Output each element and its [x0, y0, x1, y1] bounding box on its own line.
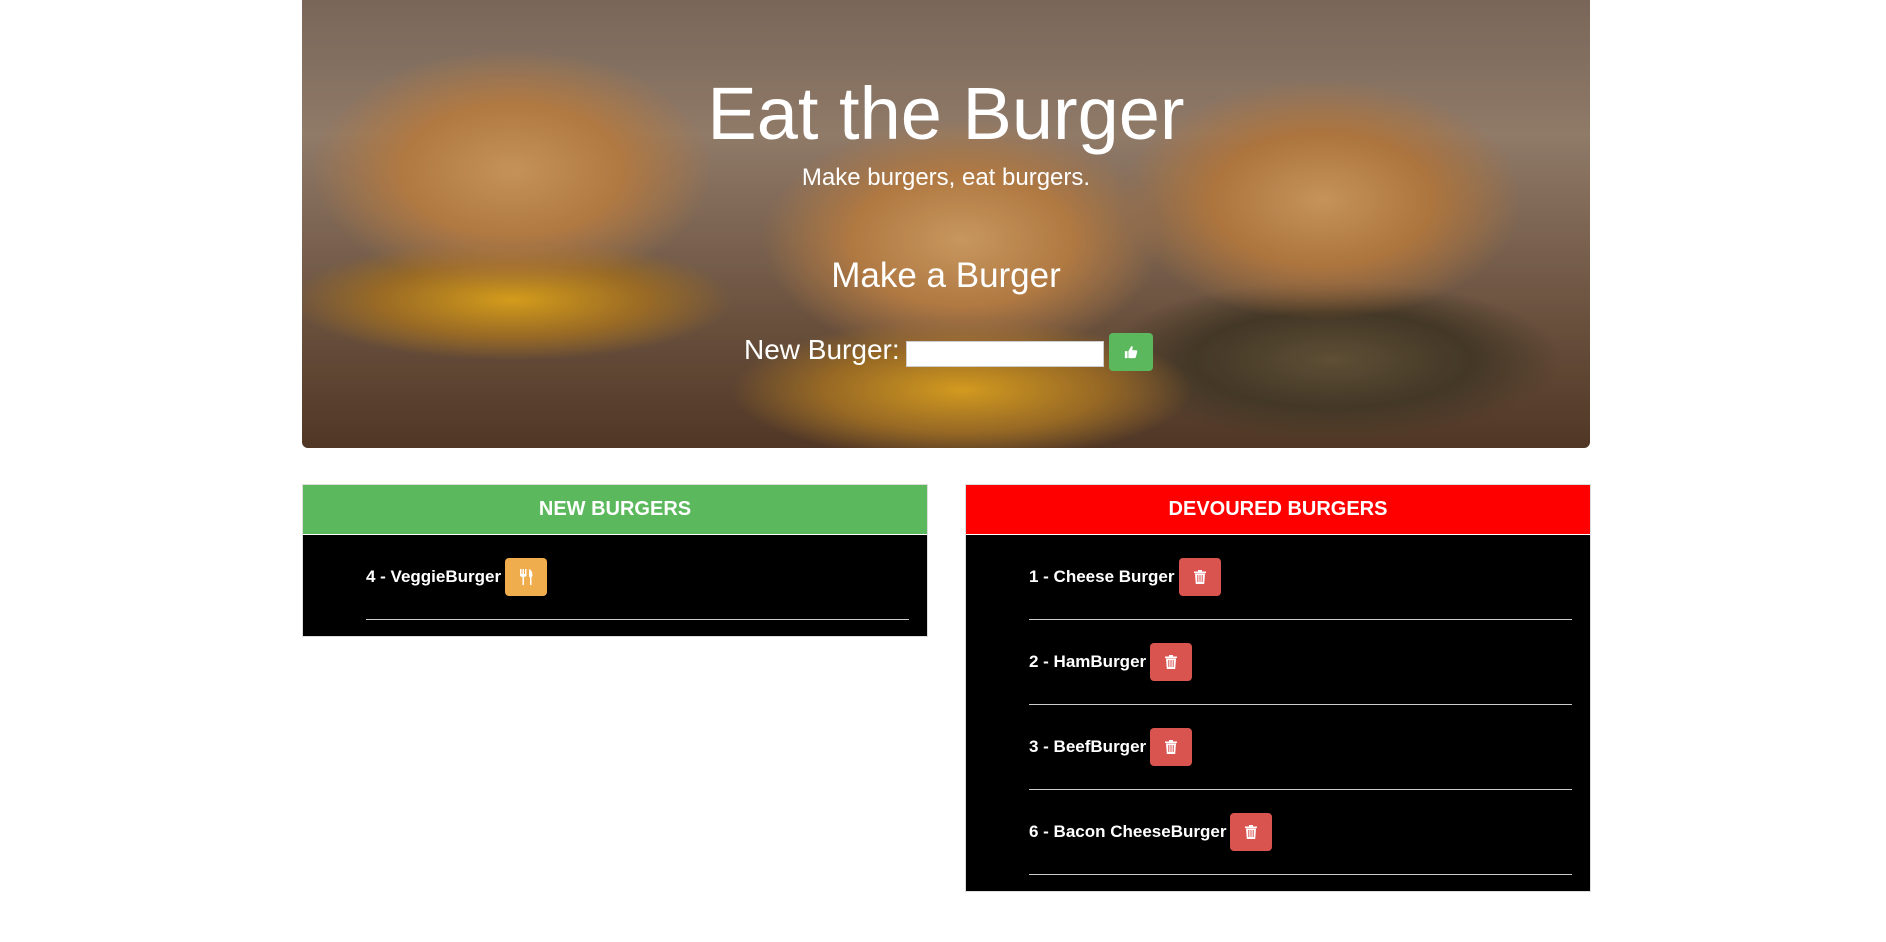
burger-name: 1 - Cheese Burger [1029, 567, 1175, 586]
list-item: 2 - HamBurger [1029, 620, 1572, 705]
delete-button[interactable] [1150, 728, 1193, 766]
devoured-burgers-heading: DEVOURED BURGERS [966, 485, 1590, 534]
trash-icon [1165, 740, 1178, 754]
devoured-burgers-panel: DEVOURED BURGERS 1 - Cheese Burger 2 - H… [965, 484, 1591, 892]
page-subtitle: Make burgers, eat burgers. [801, 164, 1091, 191]
burger-name: 4 - VeggieBurger [366, 567, 502, 586]
utensils-icon [519, 569, 533, 585]
delete-button[interactable] [1178, 558, 1221, 596]
new-burger-input[interactable] [905, 341, 1104, 367]
trash-icon [1245, 825, 1258, 839]
page-container: Eat the Burger Make burgers, eat burgers… [302, 0, 1591, 892]
page-title: Eat the Burger [707, 72, 1185, 155]
delete-button[interactable] [1230, 813, 1273, 851]
devour-button[interactable] [505, 558, 548, 596]
list-item: 3 - BeefBurger [1029, 705, 1572, 790]
trash-icon [1165, 655, 1178, 669]
new-burgers-heading: NEW BURGERS [303, 485, 927, 534]
delete-button[interactable] [1150, 643, 1193, 681]
make-burger-heading: Make a Burger [831, 256, 1061, 295]
trash-icon [1193, 570, 1206, 584]
list-item: 6 - Bacon CheeseBurger [1029, 790, 1572, 875]
hero-image-overlay [302, 0, 1590, 448]
new-burger-form: New Burger: [744, 330, 1153, 371]
thumbs-up-icon [1124, 345, 1138, 359]
add-burger-button[interactable] [1108, 333, 1153, 371]
new-burgers-panel: NEW BURGERS 4 - VeggieBurger [302, 484, 928, 637]
list-item: 1 - Cheese Burger [1029, 535, 1572, 620]
devoured-burgers-list: 1 - Cheese Burger 2 - HamBurger 3 - Beef… [966, 534, 1590, 891]
burger-name: 3 - BeefBurger [1029, 737, 1147, 756]
new-burgers-list: 4 - VeggieBurger [303, 534, 927, 636]
new-burger-label: New Burger: [744, 334, 900, 365]
burger-name: 2 - HamBurger [1029, 652, 1147, 671]
hero-banner: Eat the Burger Make burgers, eat burgers… [302, 0, 1590, 448]
burger-name: 6 - Bacon CheeseBurger [1029, 822, 1227, 841]
list-item: 4 - VeggieBurger [366, 535, 909, 620]
